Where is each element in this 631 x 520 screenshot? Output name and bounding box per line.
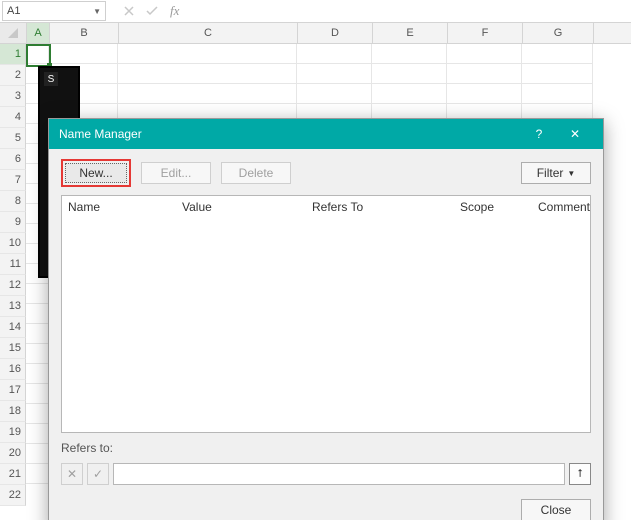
row-header[interactable]: 10 — [0, 233, 26, 254]
row-header[interactable]: 18 — [0, 401, 26, 422]
col-value[interactable]: Value — [176, 200, 306, 214]
new-button-label: New... — [79, 166, 112, 180]
col-header-A[interactable]: A — [27, 23, 50, 43]
row-header[interactable]: 13 — [0, 296, 26, 317]
new-button-highlight: New... — [61, 159, 131, 187]
column-headers: A B C D E F G — [0, 23, 631, 44]
row-header[interactable]: 1 — [0, 44, 26, 65]
row-header[interactable]: 15 — [0, 338, 26, 359]
refers-cancel-button[interactable]: ✕ — [61, 463, 83, 485]
edit-button-label: Edit... — [161, 166, 192, 180]
col-header-F[interactable]: F — [448, 23, 523, 43]
col-header-G[interactable]: G — [523, 23, 594, 43]
row-header[interactable]: 2 — [0, 65, 26, 86]
row-header[interactable]: 19 — [0, 422, 26, 443]
row-header[interactable]: 20 — [0, 443, 26, 464]
row-header[interactable]: 11 — [0, 254, 26, 275]
worksheet-grid[interactable]: 1 2 3 4 5 6 7 8 9 10 11 12 13 14 15 16 1… — [0, 44, 631, 520]
col-name[interactable]: Name — [62, 200, 176, 214]
filter-button[interactable]: Filter ▼ — [521, 162, 591, 184]
row-header[interactable]: 4 — [0, 107, 26, 128]
cancel-icon: ✕ — [67, 467, 77, 481]
row-header[interactable]: 21 — [0, 464, 26, 485]
new-button[interactable]: New... — [65, 163, 127, 183]
dialog-body: New... Edit... Delete Filter ▼ Name — [49, 149, 603, 520]
name-box[interactable]: A1 ▼ — [2, 1, 106, 21]
dialog-footer: Close — [61, 493, 591, 520]
row-header[interactable]: 3 — [0, 86, 26, 107]
dialog-toolbar: New... Edit... Delete Filter ▼ — [61, 159, 591, 187]
refers-to-label: Refers to: — [61, 441, 591, 455]
row-header[interactable]: 17 — [0, 380, 26, 401]
names-list-header: Name Value Refers To Scope Comment — [62, 196, 590, 218]
col-header-D[interactable]: D — [298, 23, 373, 43]
check-icon — [146, 6, 158, 16]
filter-button-label: Filter — [537, 166, 564, 180]
row-header[interactable]: 5 — [0, 128, 26, 149]
dialog-title: Name Manager — [59, 127, 521, 141]
dialog-titlebar[interactable]: Name Manager ? ✕ — [49, 119, 603, 149]
close-icon: ✕ — [570, 127, 580, 141]
row-header[interactable]: 7 — [0, 170, 26, 191]
chevron-down-icon: ▼ — [567, 169, 575, 178]
refers-to-input[interactable] — [113, 463, 565, 485]
refers-confirm-button[interactable]: ✓ — [87, 463, 109, 485]
close-button[interactable]: ✕ — [557, 119, 593, 149]
help-button[interactable]: ? — [521, 119, 557, 149]
col-comment[interactable]: Comment — [532, 200, 590, 214]
formula-bar: A1 ▼ fx — [0, 0, 631, 23]
row-header[interactable]: 8 — [0, 191, 26, 212]
col-refers[interactable]: Refers To — [306, 200, 454, 214]
col-scope[interactable]: Scope — [454, 200, 532, 214]
edit-button[interactable]: Edit... — [141, 162, 211, 184]
row-header[interactable]: 22 — [0, 485, 26, 506]
col-header-E[interactable]: E — [373, 23, 448, 43]
help-icon: ? — [536, 127, 543, 141]
cancel-icon — [124, 6, 134, 16]
name-manager-dialog: Name Manager ? ✕ New... Edit... Delete — [48, 118, 604, 520]
col-header-B[interactable]: B — [50, 23, 119, 43]
row-header[interactable]: 6 — [0, 149, 26, 170]
col-header-C[interactable]: C — [119, 23, 298, 43]
row-headers: 1 2 3 4 5 6 7 8 9 10 11 12 13 14 15 16 1… — [0, 44, 26, 506]
collapse-icon: ⭡ — [577, 468, 582, 481]
formula-bar-actions: fx — [112, 3, 179, 19]
delete-button[interactable]: Delete — [221, 162, 291, 184]
close-dialog-button[interactable]: Close — [521, 499, 591, 520]
row-header[interactable]: 12 — [0, 275, 26, 296]
row-header[interactable]: 16 — [0, 359, 26, 380]
row-header[interactable]: 9 — [0, 212, 26, 233]
names-list[interactable]: Name Value Refers To Scope Comment — [61, 195, 591, 433]
select-all-corner[interactable] — [0, 23, 27, 43]
row-header[interactable]: 14 — [0, 317, 26, 338]
check-icon: ✓ — [93, 467, 103, 481]
fx-icon[interactable]: fx — [170, 3, 179, 19]
close-button-label: Close — [541, 503, 572, 517]
refers-to-row: ✕ ✓ ⭡ — [61, 463, 591, 485]
chevron-down-icon: ▼ — [93, 7, 101, 16]
name-box-value: A1 — [7, 5, 20, 17]
collapse-dialog-button[interactable]: ⭡ — [569, 463, 591, 485]
delete-button-label: Delete — [239, 166, 274, 180]
background-tab-char: S — [44, 72, 58, 86]
